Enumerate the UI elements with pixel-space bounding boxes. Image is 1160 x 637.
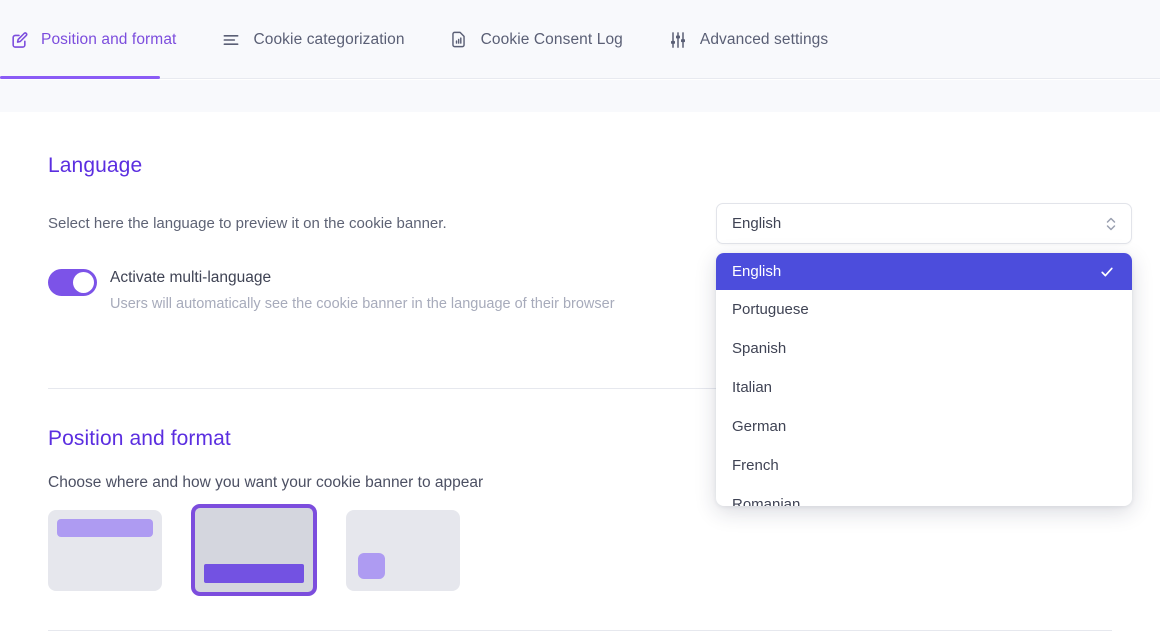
- tab-cookie-categorization[interactable]: Cookie categorization: [202, 0, 430, 79]
- tab-list: Position and format Cookie categorizatio…: [0, 0, 854, 79]
- position-option-corner-box[interactable]: [346, 509, 460, 591]
- tab-position-and-format[interactable]: Position and format: [0, 0, 202, 79]
- cookie-settings-page: Position and format Cookie categorizatio…: [0, 0, 1160, 637]
- tab-label: Advanced settings: [699, 30, 829, 48]
- dropdown-option-label: Romanian: [732, 496, 801, 506]
- dropdown-option-label: Portuguese: [732, 301, 809, 318]
- position-option-top-banner[interactable]: [48, 509, 162, 591]
- dropdown-option-label: French: [732, 457, 779, 474]
- tab-advanced-settings[interactable]: Advanced settings: [649, 0, 854, 79]
- dropdown-option-label: Spanish: [732, 340, 787, 357]
- toggle-knob: [73, 272, 94, 293]
- toggle-texts: Activate multi-language Users will autom…: [110, 267, 615, 314]
- preview-banner-bottom: [204, 564, 304, 583]
- language-section-description: Select here the language to preview it o…: [48, 215, 447, 232]
- language-select-value: English: [732, 215, 782, 232]
- tab-bar-spacer: [0, 80, 1160, 112]
- dropdown-option-label: German: [732, 418, 787, 435]
- language-section-title: Language: [48, 154, 143, 177]
- tab-bar: Position and format Cookie categorizatio…: [0, 0, 1160, 79]
- tab-label: Cookie categorization: [253, 30, 405, 48]
- chevron-up-down-icon: [1104, 214, 1118, 234]
- tab-label: Position and format: [41, 30, 177, 48]
- preview-box-corner: [358, 552, 385, 579]
- position-option-bottom-banner[interactable]: [191, 504, 317, 596]
- edit-square-icon: [8, 29, 30, 51]
- preview-banner-top: [57, 518, 153, 537]
- dropdown-option-italian[interactable]: Italian: [716, 368, 1132, 407]
- active-tab-underline: [0, 76, 160, 79]
- check-icon: [1098, 263, 1116, 281]
- dropdown-option-english[interactable]: English: [716, 253, 1132, 290]
- sliders-icon: [667, 29, 689, 51]
- document-chart-icon: [448, 29, 470, 51]
- toggle-sublabel: Users will automatically see the cookie …: [110, 296, 615, 312]
- position-format-section-title: Position and format: [48, 427, 231, 450]
- tab-cookie-consent-log[interactable]: Cookie Consent Log: [431, 0, 649, 79]
- dropdown-option-label: English: [732, 263, 782, 280]
- dropdown-option-romanian[interactable]: Romanian: [716, 485, 1132, 506]
- multi-language-toggle-row: Activate multi-language Users will autom…: [48, 267, 615, 314]
- tab-label: Cookie Consent Log: [480, 30, 623, 48]
- language-dropdown-list[interactable]: English Portuguese Spanish Italian Germa…: [716, 253, 1132, 506]
- position-format-description: Choose where and how you want your cooki…: [48, 474, 484, 491]
- dropdown-option-portuguese[interactable]: Portuguese: [716, 290, 1132, 329]
- position-format-options: [48, 504, 460, 596]
- language-select[interactable]: English: [716, 203, 1132, 244]
- dropdown-option-german[interactable]: German: [716, 407, 1132, 446]
- dropdown-option-label: Italian: [732, 379, 773, 396]
- dropdown-option-french[interactable]: French: [716, 446, 1132, 485]
- activate-multi-language-toggle[interactable]: [48, 269, 97, 296]
- list-lines-icon: [220, 29, 242, 51]
- toggle-label: Activate multi-language: [110, 269, 272, 286]
- section-divider-bottom: [48, 630, 1112, 631]
- dropdown-option-spanish[interactable]: Spanish: [716, 329, 1132, 368]
